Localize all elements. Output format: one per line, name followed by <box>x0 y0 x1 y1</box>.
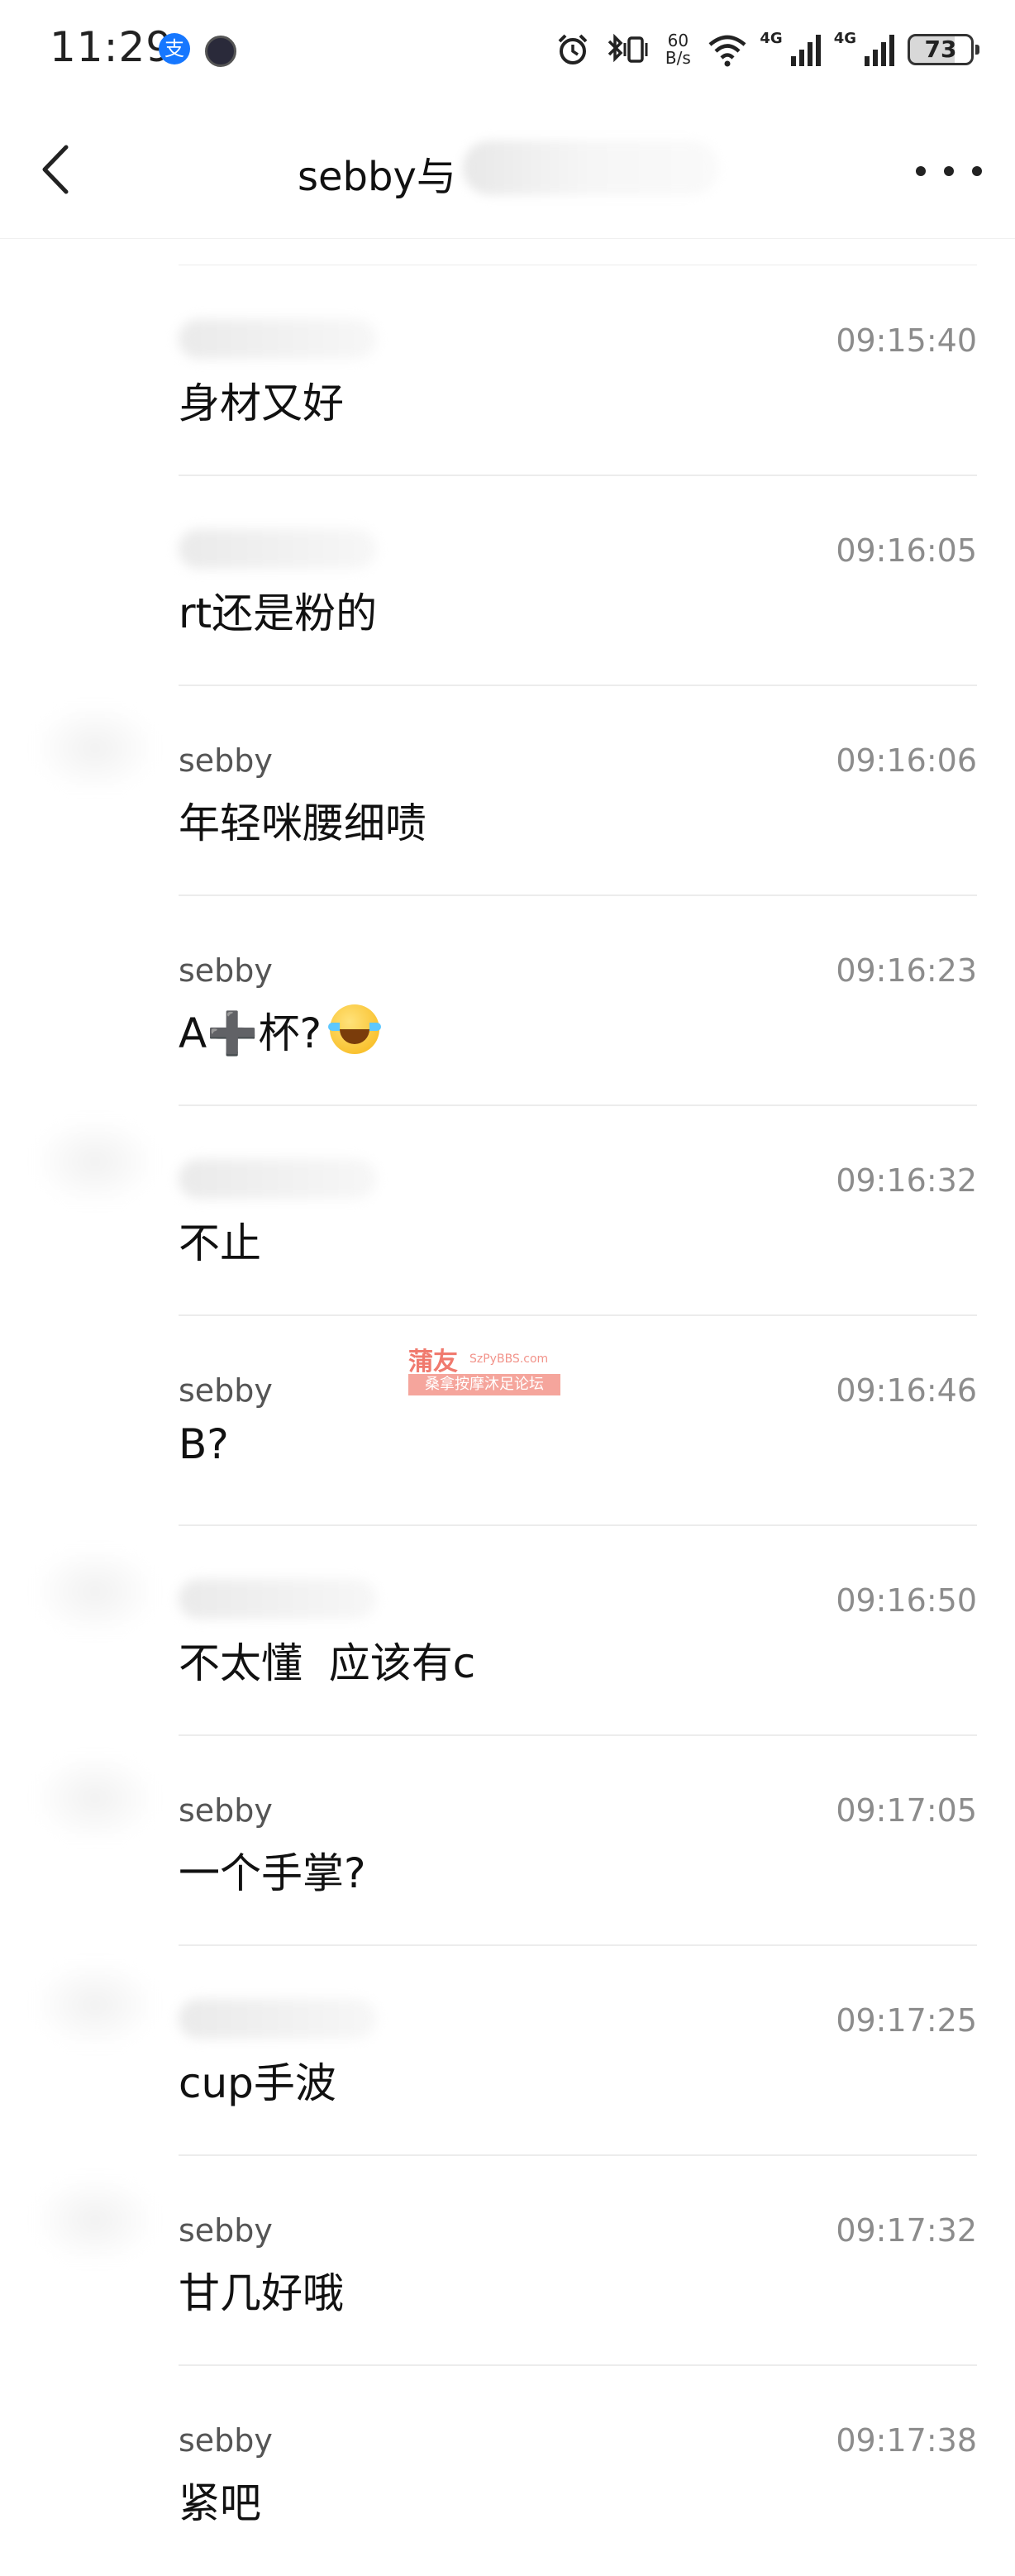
watermark-tagline: 桑拿按摩沐足论坛 <box>408 1374 560 1395</box>
message-time: 09:15:40 <box>836 322 977 359</box>
signal-icon-1 <box>790 35 821 66</box>
message-time: 09:17:25 <box>836 2002 977 2039</box>
message-item[interactable]: sebby 09:17:05 一个手掌? <box>179 1736 977 1946</box>
message-text: 紧吧 <box>179 2479 261 2527</box>
message-text: A➕杯? <box>179 1009 322 1057</box>
blurred-background <box>33 1116 157 1207</box>
chevron-left-icon <box>42 145 69 194</box>
message-item[interactable]: sebby 09:17:32 甘几好哦 <box>179 2156 977 2366</box>
watermark-brand: 蒲友 <box>408 1348 458 1376</box>
blurred-sender <box>179 1579 377 1619</box>
wifi-icon <box>708 35 746 67</box>
message-content: A➕杯? <box>179 1000 381 1060</box>
blurred-name <box>463 141 719 195</box>
net-speed: 60 B/s <box>660 32 695 67</box>
watermark-url: SzPyBBS.com <box>469 1352 549 1366</box>
net-speed-value: 60 <box>667 31 689 50</box>
status-bar: 11:29 支 60 B/s 4G 4G 73 <box>0 0 1015 99</box>
blurred-sender <box>179 319 377 359</box>
message-time: 09:16:32 <box>836 1162 977 1199</box>
message-time: 09:17:05 <box>836 1792 977 1829</box>
more-options-button[interactable] <box>916 159 982 184</box>
more-dot-icon <box>916 166 926 176</box>
message-time: 09:16:46 <box>836 1372 977 1409</box>
battery-icon: 73 <box>908 34 979 65</box>
message-item[interactable]: 09:17:25 cup手波 <box>179 1946 977 2156</box>
blurred-background <box>33 2174 157 2265</box>
status-time: 11:29 <box>50 23 174 71</box>
message-text: cup手波 <box>179 2059 336 2107</box>
blurred-background <box>33 1546 157 1637</box>
message-time: 09:16:05 <box>836 532 977 569</box>
message-sender: sebby <box>179 1372 273 1409</box>
alarm-icon <box>558 34 588 64</box>
message-item[interactable]: sebby 09:17:38 紧吧 <box>179 2366 977 2576</box>
more-dot-icon <box>972 166 982 176</box>
network-label-2: 4G <box>833 29 856 47</box>
alipay-icon: 支 <box>159 33 190 64</box>
page-title: sebby与 <box>298 154 456 200</box>
blurred-sender <box>179 1159 377 1199</box>
status-indicators: 60 B/s 4G 4G 73 <box>555 25 979 74</box>
blurred-background <box>33 703 157 794</box>
message-item[interactable]: 09:16:32 不止 <box>179 1106 977 1316</box>
message-sender: sebby <box>179 742 273 779</box>
message-item[interactable]: 09:16:50 不太懂 应该有c <box>179 1526 977 1736</box>
message-item[interactable]: sebby 09:16:46 B? <box>179 1316 977 1526</box>
message-text: B? <box>179 1420 229 1468</box>
message-text: 身材又好 <box>179 379 344 427</box>
watermark: 蒲友 SzPyBBS.com 桑拿按摩沐足论坛 <box>408 1341 565 1399</box>
message-text: 甘几好哦 <box>179 2269 344 2317</box>
back-button[interactable] <box>33 141 83 198</box>
chat-header: sebby与 <box>0 99 1015 239</box>
message-text: 一个手掌? <box>179 1849 366 1897</box>
blurred-sender <box>179 1999 377 2039</box>
message-time: 09:16:23 <box>836 952 977 989</box>
message-text: 不太懂 应该有c <box>179 1639 476 1687</box>
more-dot-icon <box>944 166 954 176</box>
message-item[interactable]: 09:15:40 身材又好 <box>179 266 977 476</box>
message-sender: sebby <box>179 2212 273 2249</box>
message-sender: sebby <box>179 952 273 989</box>
laughing-tears-emoji-icon <box>328 1004 381 1054</box>
signal-icon-2 <box>865 35 894 66</box>
message-time: 09:17:32 <box>836 2212 977 2249</box>
message-text: rt还是粉的 <box>179 589 378 637</box>
blurred-background <box>33 1753 157 1844</box>
app-notification-icon <box>205 36 236 67</box>
message-text: 不止 <box>179 1219 261 1267</box>
message-sender: sebby <box>179 2422 273 2459</box>
message-sender: sebby <box>179 1792 273 1829</box>
network-label-1: 4G <box>760 29 783 47</box>
message-time: 09:16:06 <box>836 742 977 779</box>
message-time: 09:16:50 <box>836 1582 977 1619</box>
message-time: 09:17:38 <box>836 2422 977 2459</box>
blurred-sender <box>179 529 377 569</box>
net-speed-unit: B/s <box>665 48 691 68</box>
message-item[interactable]: sebby 09:16:06 年轻咪腰细啧 <box>179 686 977 896</box>
message-text: 年轻咪腰细啧 <box>179 799 426 847</box>
message-item[interactable]: 09:16:05 rt还是粉的 <box>179 476 977 686</box>
blurred-background <box>33 1959 157 2050</box>
message-item[interactable]: sebby 09:16:23 A➕杯? <box>179 896 977 1106</box>
bluetooth-vibrate-icon <box>608 33 648 63</box>
